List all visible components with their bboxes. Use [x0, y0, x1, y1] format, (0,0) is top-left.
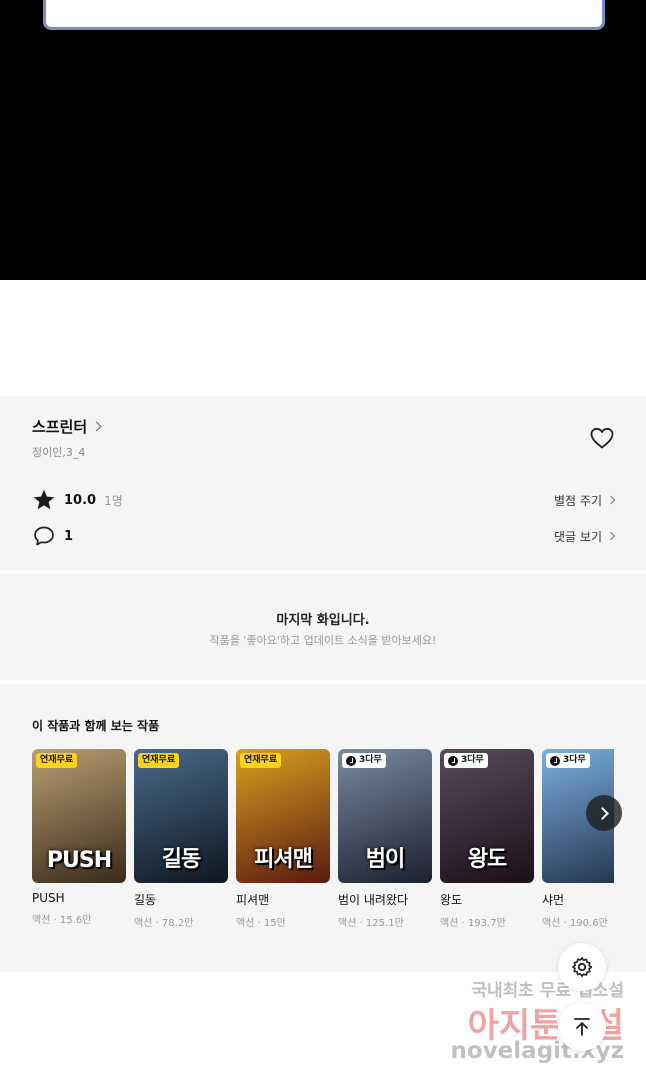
recommendation-cover-logo: 범이 — [365, 847, 405, 872]
speech-bubble-icon — [34, 526, 54, 546]
last-episode-title: 마지막 화입니다. — [276, 613, 370, 628]
clock-icon — [448, 755, 458, 766]
series-author: 정이인,3_4 — [32, 446, 86, 459]
recommendation-card[interactable]: 3다무범이범이 내려왔다액션 · 125.1만 — [338, 749, 432, 929]
recommendation-title: 샤먼 — [542, 893, 565, 907]
gear-icon — [572, 957, 593, 977]
chevron-right-icon — [606, 531, 616, 541]
scroll-top-button[interactable] — [558, 1003, 606, 1051]
recommendation-badge: 3다무 — [444, 753, 488, 768]
recommendation-card[interactable]: 연재무료 PUSH PUSH 액션 · 15.6만 — [32, 749, 126, 926]
clock-icon — [346, 755, 356, 766]
settings-button[interactable] — [558, 943, 606, 991]
rate-button-label: 별점 주기 — [554, 493, 602, 508]
recommendation-cover: 연재무료 PUSH — [32, 749, 126, 883]
recommendation-cover: 연재무료길동 — [134, 749, 228, 883]
chevron-right-icon — [91, 421, 102, 432]
recommendation-badge: 3다무 — [342, 753, 386, 768]
star-icon — [33, 489, 55, 510]
recommendation-cover-logo: 피셔맨 — [254, 847, 313, 872]
recommendation-badge: 연재무료 — [240, 753, 282, 768]
clock-icon — [550, 755, 560, 766]
rating-count: 1명 — [104, 493, 123, 508]
rate-button[interactable]: 별점 주기 — [554, 492, 616, 509]
series-title-link[interactable]: 스프린터 — [32, 416, 102, 437]
recommendation-badge-label: 3다무 — [563, 755, 586, 765]
recommendations-carousel: 연재무료 PUSH PUSH 액션 · 15.6만 연재무료 길동 길동 액션 · 78.2만… — [32, 749, 614, 949]
rating-row: 10.0 1명 별점 주기 — [32, 488, 616, 512]
recommendations-title: 이 작품과 함께 보는 작품 — [32, 719, 160, 733]
recommendation-badge: 3다무 — [546, 753, 590, 768]
series-info-panel: 스프린터 정이인,3_4 10.0 1명 별점 주기 1 댓글 보기 — [0, 396, 646, 570]
recommendation-badge-label: 3다무 — [359, 755, 382, 765]
recommendation-title: 왕도 — [440, 893, 463, 907]
chevron-right-icon — [595, 806, 609, 820]
recommendation-title: PUSH — [32, 891, 65, 905]
recommendation-title: 피셔맨 — [236, 893, 270, 907]
recommendation-cover-logo: PUSH — [46, 848, 112, 873]
carousel-next-button[interactable] — [586, 795, 622, 831]
series-title: 스프린터 — [32, 418, 88, 436]
recommendation-badge-label: 연재무료 — [142, 755, 176, 765]
recommendation-card[interactable]: 3다무샤먼액션 · 190.6만 — [542, 749, 614, 929]
recommendation-card[interactable]: 연재무료 길동 길동 액션 · 78.2만 — [134, 749, 228, 929]
rating-score: 10.0 — [64, 492, 97, 508]
recommendation-meta: 액션 · 190.6만 — [542, 918, 608, 929]
recommendation-cover-logo: 길동 — [161, 847, 201, 872]
last-episode-notice: 마지막 화입니다. 작품을 '좋아요'하고 업데이트 소식을 받아보세요! — [0, 574, 646, 680]
recommendation-meta: 액션 · 78.2만 — [134, 918, 194, 929]
recommendation-title: 범이 내려왔다 — [338, 893, 409, 907]
viewer-top-card — [43, 0, 605, 30]
recommendation-meta: 액션 · 193.7만 — [440, 918, 506, 929]
last-episode-subtitle: 작품을 '좋아요'하고 업데이트 소식을 받아보세요! — [209, 634, 437, 647]
recommendation-cover-logo: 왕도 — [467, 847, 507, 872]
recommendation-cover: 연재무료피셔맨 — [236, 749, 330, 883]
chevron-right-icon — [606, 495, 616, 505]
blank-gap — [0, 280, 646, 396]
recommendation-badge-label: 3다무 — [461, 755, 484, 765]
recommendation-cover: 3다무왕도 — [440, 749, 534, 883]
recommendation-badge: 연재무료 — [138, 753, 180, 768]
comment-count: 1 — [64, 528, 74, 544]
recommendation-card[interactable]: 연재무료 피셔맨 피셔맨 액션 · 15만 — [236, 749, 330, 929]
viewer-black-area — [0, 0, 646, 280]
arrow-up-icon — [574, 1018, 590, 1036]
recommendation-meta: 액션 · 125.1만 — [338, 918, 404, 929]
recommendation-badge-label: 연재무료 — [244, 755, 278, 765]
comment-row: 1 댓글 보기 — [32, 524, 616, 548]
view-comments-label: 댓글 보기 — [554, 529, 602, 544]
recommendation-card[interactable]: 3다무 왕도 왕도 액션 · 193.7만 — [440, 749, 534, 929]
recommendation-meta: 액션 · 15.6만 — [32, 915, 92, 926]
recommendation-title: 길동 — [134, 893, 157, 907]
view-comments-button[interactable]: 댓글 보기 — [554, 528, 616, 545]
recommendation-meta: 액션 · 15만 — [236, 918, 286, 929]
recommendation-badge: 연재무료 — [36, 753, 78, 768]
recommendation-cover: 3다무범이 — [338, 749, 432, 883]
recommendation-badge-label: 연재무료 — [40, 755, 74, 765]
heart-outline-icon[interactable] — [589, 426, 615, 450]
recommendations-section: 이 작품과 함께 보는 작품 연재무료 PUSH PUSH 액션 · 15.6만 연재무… — [0, 684, 646, 972]
